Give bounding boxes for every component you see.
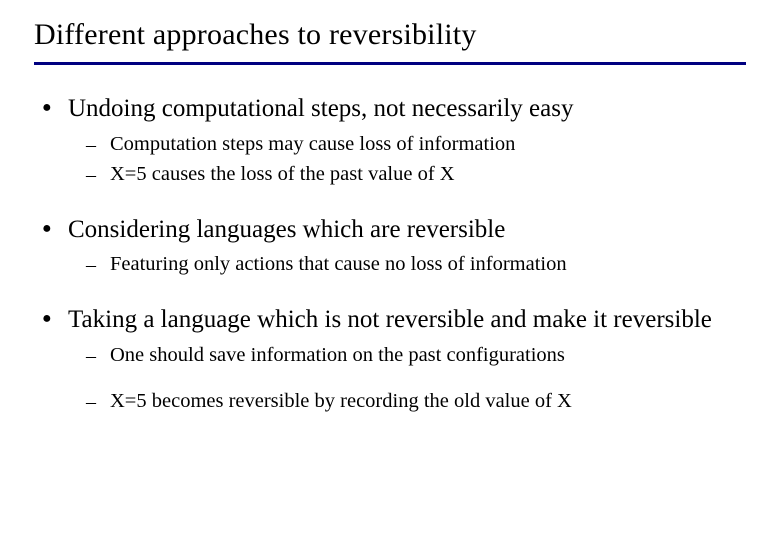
list-item: ● Taking a language which is not reversi… [40, 304, 746, 337]
bullet-dot-icon: ● [40, 93, 68, 123]
sub-item-text: X=5 causes the loss of the past value of… [110, 162, 455, 188]
list-item: ● Considering languages which are revers… [40, 214, 746, 247]
list-item-text: Undoing computational steps, not necessa… [68, 93, 573, 126]
slide-content: ● Undoing computational steps, not neces… [34, 93, 746, 415]
list-item-text: Considering languages which are reversib… [68, 214, 505, 247]
bullet-dash-icon: – [86, 343, 110, 369]
bullet-dot-icon: ● [40, 214, 68, 244]
list-item: – X=5 causes the loss of the past value … [86, 162, 746, 188]
sub-item-text: Featuring only actions that cause no los… [110, 252, 567, 278]
bullet-dash-icon: – [86, 162, 110, 188]
bullet-dash-icon: – [86, 132, 110, 158]
bullet-dash-icon: – [86, 252, 110, 278]
sublist: – One should save information on the pas… [86, 343, 746, 415]
bullet-dash-icon: – [86, 389, 110, 415]
sub-item-text: One should save information on the past … [110, 343, 565, 369]
sublist: – Computation steps may cause loss of in… [86, 132, 746, 188]
list-item: ● Undoing computational steps, not neces… [40, 93, 746, 126]
list-item: – Computation steps may cause loss of in… [86, 132, 746, 158]
list-item-text: Taking a language which is not reversibl… [68, 304, 712, 337]
sublist: – Featuring only actions that cause no l… [86, 252, 746, 278]
slide-title: Different approaches to reversibility [34, 18, 746, 65]
slide: Different approaches to reversibility ● … [0, 0, 780, 540]
sub-item-text: X=5 becomes reversible by recording the … [110, 389, 572, 415]
sub-item-text: Computation steps may cause loss of info… [110, 132, 515, 158]
list-item: – Featuring only actions that cause no l… [86, 252, 746, 278]
bullet-dot-icon: ● [40, 304, 68, 334]
list-item: – X=5 becomes reversible by recording th… [86, 389, 746, 415]
list-item: – One should save information on the pas… [86, 343, 746, 369]
